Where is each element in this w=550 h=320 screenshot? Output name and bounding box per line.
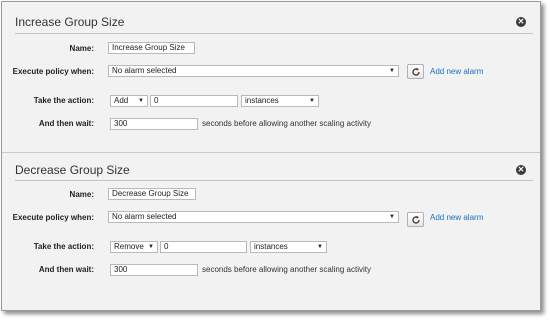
wait-label: And then wait: (38, 265, 94, 274)
decrease-policy-panel: Decrease Group Size ✕ Name: Decrease Gro… (2, 150, 542, 300)
scaling-policies-dialog: Increase Group Size ✕ Name: Increase Gro… (1, 1, 541, 311)
action-unit-select[interactable]: instances ▼ (241, 95, 319, 107)
panel-title: Decrease Group Size (15, 163, 130, 177)
name-label: Name: (69, 44, 94, 53)
title-divider (15, 180, 533, 181)
action-type-select[interactable]: Remove ▼ (110, 241, 158, 253)
chevron-down-icon: ▼ (389, 214, 395, 220)
wait-label: And then wait: (38, 119, 94, 128)
cooldown-hint: seconds before allowing another scaling … (202, 119, 371, 128)
action-unit-value: instances (245, 96, 279, 105)
action-amount-input[interactable]: 0 (160, 241, 247, 253)
execute-policy-label: Execute policy when: (12, 67, 94, 76)
close-icon[interactable]: ✕ (516, 17, 526, 27)
chevron-down-icon: ▼ (138, 98, 144, 104)
panel-title: Increase Group Size (15, 15, 125, 29)
refresh-icon (411, 67, 420, 76)
policy-name-input[interactable]: Decrease Group Size (108, 188, 196, 200)
refresh-alarms-button[interactable] (407, 64, 424, 79)
chevron-down-icon: ▼ (389, 68, 395, 74)
close-icon[interactable]: ✕ (516, 165, 526, 175)
cooldown-hint: seconds before allowing another scaling … (202, 265, 371, 274)
alarm-select[interactable]: No alarm selected ▼ (108, 211, 399, 223)
cooldown-input[interactable]: 300 (110, 264, 198, 276)
refresh-icon (411, 215, 420, 224)
add-new-alarm-link[interactable]: Add new alarm (430, 67, 483, 76)
alarm-select-value: No alarm selected (112, 212, 177, 221)
action-type-select[interactable]: Add ▼ (110, 95, 148, 107)
chevron-down-icon: ▼ (148, 244, 154, 250)
increase-policy-panel: Increase Group Size ✕ Name: Increase Gro… (2, 2, 542, 152)
action-unit-value: instances (254, 242, 288, 251)
action-unit-select[interactable]: instances ▼ (250, 241, 327, 253)
policy-name-input[interactable]: Increase Group Size (108, 42, 195, 54)
title-divider (15, 33, 533, 34)
take-action-label: Take the action: (33, 96, 94, 105)
action-amount-input[interactable]: 0 (150, 95, 238, 107)
refresh-alarms-button[interactable] (407, 212, 424, 227)
alarm-select-value: No alarm selected (112, 66, 177, 75)
execute-policy-label: Execute policy when: (12, 213, 94, 222)
add-new-alarm-link[interactable]: Add new alarm (430, 213, 483, 222)
take-action-label: Take the action: (33, 242, 94, 251)
cooldown-input[interactable]: 300 (110, 118, 198, 130)
chevron-down-icon: ▼ (309, 98, 315, 104)
chevron-down-icon: ▼ (317, 244, 323, 250)
alarm-select[interactable]: No alarm selected ▼ (108, 65, 399, 77)
action-type-value: Add (114, 96, 129, 105)
action-type-value: Remove (114, 242, 144, 251)
name-label: Name: (69, 190, 94, 199)
